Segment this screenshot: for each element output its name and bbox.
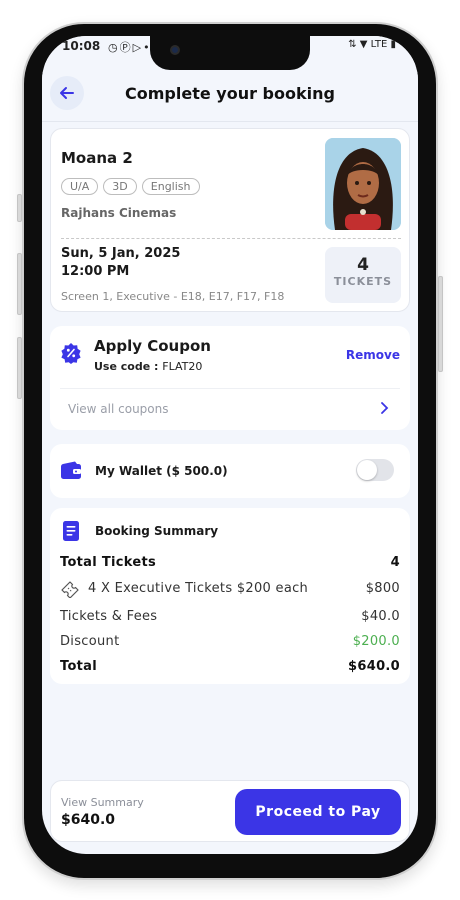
ticket-count: 4 — [357, 255, 369, 275]
movie-title: Moana 2 — [61, 149, 133, 167]
coupon-title: Apply Coupon — [94, 337, 211, 355]
total-tickets-label: Total Tickets — [60, 555, 157, 570]
remove-coupon-button[interactable]: Remove — [346, 348, 400, 362]
tag-rating: U/A — [61, 178, 99, 195]
volume-up-button — [17, 253, 22, 315]
ticket-line-value: $800 — [365, 581, 400, 596]
total-tickets-value: 4 — [390, 555, 400, 570]
view-all-coupons-label: View all coupons — [68, 402, 169, 416]
movie-tags: U/A 3D English — [61, 178, 200, 195]
coupon-code-label: Use code : — [94, 360, 163, 373]
wifi-icon: ▼ — [359, 39, 368, 50]
proceed-to-pay-button[interactable]: Proceed to Pay — [235, 789, 401, 835]
ticket-icon — [61, 581, 79, 598]
mute-switch — [17, 194, 22, 222]
discount-label: Discount — [60, 634, 120, 649]
notch — [150, 36, 310, 70]
notification-icons: ◷Ⓟ▷• — [108, 39, 152, 55]
fees-value: $40.0 — [361, 609, 400, 624]
movie-details-card: Moana 2 U/A 3D English Rajhans Cinemas S… — [50, 128, 410, 312]
ticket-divider — [61, 238, 401, 239]
ticket-line-label: 4 X Executive Tickets $200 each — [88, 581, 309, 596]
fees-label: Tickets & Fees — [60, 609, 158, 624]
coupon-divider — [60, 388, 400, 389]
view-all-coupons-link[interactable]: View all coupons — [50, 390, 410, 428]
volume-down-button — [17, 337, 22, 399]
wallet-card: My Wallet ($ 500.0) — [50, 444, 410, 498]
front-camera — [170, 45, 180, 55]
data-arrows-icon: ⇅ — [348, 39, 357, 50]
power-button — [438, 276, 443, 372]
coupon-card: Apply Coupon Use code : FLAT20 Remove Vi… — [50, 326, 410, 430]
seat-info: Screen 1, Executive - E18, E17, F17, F18 — [61, 290, 285, 303]
tag-format: 3D — [103, 178, 137, 195]
whatsapp-icon: ◷ — [108, 41, 120, 54]
toggle-knob — [357, 460, 377, 480]
discount-value: $200.0 — [352, 634, 400, 649]
battery-icon: ▮ — [390, 39, 396, 50]
summary-title: Booking Summary — [95, 524, 219, 538]
chevron-right-icon — [381, 402, 389, 414]
wallet-toggle[interactable] — [356, 459, 394, 481]
page-title: Complete your booking — [125, 84, 335, 103]
play-icon: ▷ — [132, 41, 144, 54]
app-screen: 10:08 ◷Ⓟ▷• ⇅ ▼ LTE ▮ Complete your booki… — [42, 36, 418, 854]
cinema-name: Rajhans Cinemas — [61, 206, 177, 220]
coupon-code-line: Use code : FLAT20 — [94, 360, 202, 373]
coupon-code: FLAT20 — [162, 360, 203, 373]
checkout-amount: $640.0 — [61, 812, 116, 828]
wallet-icon — [61, 461, 81, 479]
total-label: Total — [60, 659, 98, 674]
discount-badge-icon — [61, 343, 81, 364]
lte-signal-icon: LTE — [370, 39, 388, 50]
status-time: 10:08 — [62, 39, 101, 53]
checkout-bar: View Summary $640.0 Proceed to Pay — [50, 780, 410, 842]
movie-poster — [325, 138, 401, 230]
ticket-label: TICKETS — [333, 275, 393, 288]
header-divider — [42, 121, 418, 122]
pay-icon: Ⓟ — [119, 41, 133, 54]
app-header: Complete your booking — [42, 72, 418, 122]
show-time: 12:00 PM — [61, 264, 130, 279]
document-icon — [63, 521, 79, 541]
view-summary-link[interactable]: View Summary — [61, 796, 144, 809]
system-icons: ⇅ ▼ LTE ▮ — [348, 39, 396, 50]
show-date: Sun, 5 Jan, 2025 — [61, 246, 181, 261]
tag-language: English — [141, 178, 200, 195]
wallet-label: My Wallet ($ 500.0) — [95, 464, 228, 478]
ticket-count-box: 4 TICKETS — [325, 247, 401, 303]
booking-summary-card: Booking Summary Total Tickets 4 4 X Exec… — [50, 508, 410, 684]
total-value: $640.0 — [348, 659, 400, 674]
